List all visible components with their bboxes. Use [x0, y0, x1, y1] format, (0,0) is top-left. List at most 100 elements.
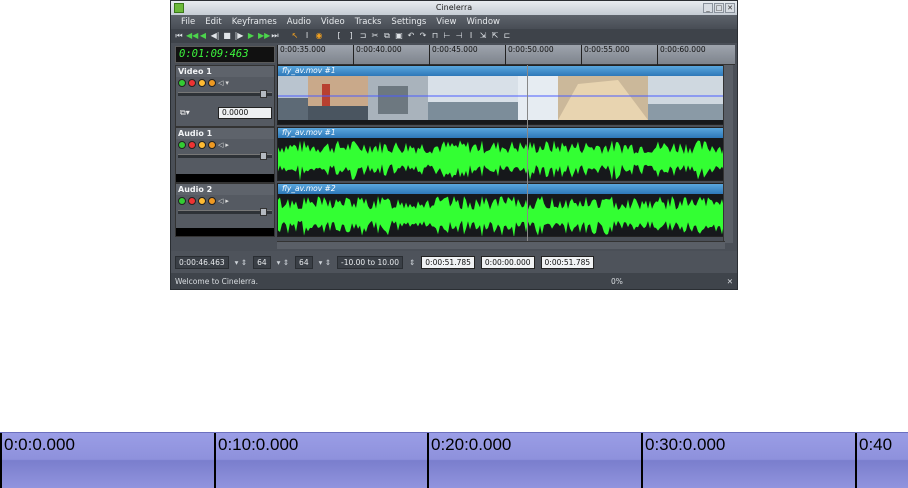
menu-keyframes[interactable]: Keyframes — [227, 15, 282, 29]
draw-toggle[interactable] — [208, 79, 216, 87]
clip-label: fly_av.mov #1 — [278, 128, 724, 138]
big-ruler-tick: 0:10:0.000 — [214, 433, 298, 488]
frame-back-icon[interactable]: ◀| — [210, 30, 220, 42]
ruler-tick: 0:00:50.000 — [505, 45, 554, 65]
track-name: Audio 2 — [176, 184, 274, 195]
reverse-play-icon[interactable]: ◀ — [198, 30, 208, 42]
fade-slider[interactable] — [178, 208, 272, 216]
position-menu-icon[interactable]: ▾ ⇕ — [235, 258, 247, 267]
fast-forward-icon[interactable]: ▶▶ — [258, 30, 270, 42]
mute-icon[interactable]: ◁ — [218, 141, 223, 149]
cut-icon[interactable]: ✂ — [370, 30, 380, 42]
ibeam-tool-icon[interactable]: I — [302, 30, 312, 42]
expand-track-icon[interactable]: ▸ — [225, 141, 229, 149]
position-field[interactable]: 0:00:46.463 — [175, 255, 229, 269]
undo-icon[interactable]: ↶ — [406, 30, 416, 42]
draw-toggle[interactable] — [208, 197, 216, 205]
play-icon[interactable]: ▶ — [246, 30, 256, 42]
splice-icon[interactable]: ⊐ — [358, 30, 368, 42]
slider-knob[interactable] — [260, 90, 267, 98]
audio-1-track-content[interactable]: fly_av.mov #1 — [277, 127, 725, 181]
play-track-toggle[interactable] — [178, 197, 186, 205]
paste-icon[interactable]: ▣ — [394, 30, 404, 42]
out-point-icon[interactable]: ] — [346, 30, 356, 42]
expand-icon[interactable]: ⊏ — [502, 30, 512, 42]
sample-zoom-field[interactable]: 64 — [253, 255, 271, 269]
gang-toggle[interactable] — [198, 141, 206, 149]
menu-video[interactable]: Video — [316, 15, 350, 29]
menu-audio[interactable]: Audio — [282, 15, 316, 29]
menu-tracks[interactable]: Tracks — [350, 15, 387, 29]
arm-track-toggle[interactable] — [188, 79, 196, 87]
minimize-button[interactable]: _ — [703, 3, 713, 13]
prev-label-icon[interactable]: ⊢ — [442, 30, 452, 42]
range-spinner-icon[interactable]: ⇕ — [409, 258, 415, 267]
stop-icon[interactable]: ■ — [222, 30, 232, 42]
menu-view[interactable]: View — [431, 15, 461, 29]
arm-track-toggle[interactable] — [188, 141, 196, 149]
selection-start-field[interactable]: 0:00:51.785 — [421, 255, 475, 269]
fade-slider[interactable] — [178, 152, 272, 160]
gang-toggle[interactable] — [198, 197, 206, 205]
slider-knob[interactable] — [260, 208, 267, 216]
cancel-icon[interactable]: ✕ — [727, 273, 733, 289]
selection-length-field[interactable]: 0:00:00.000 — [480, 255, 535, 269]
maximize-button[interactable]: □ — [714, 3, 724, 13]
arm-track-toggle[interactable] — [188, 197, 196, 205]
selection-end-field[interactable]: 0:00:51.785 — [540, 255, 595, 269]
fit-icon[interactable]: ⇲ — [478, 30, 488, 42]
range-field[interactable]: -10.00 to 10.00 — [337, 255, 403, 269]
status-message: Welcome to Cinelerra. — [175, 277, 259, 286]
rewind-start-icon[interactable]: ⏮ — [174, 30, 184, 42]
label-icon[interactable]: ⊓ — [430, 30, 440, 42]
mute-icon[interactable]: ◁ — [218, 197, 223, 205]
expand-track-icon[interactable]: ▸ — [225, 197, 229, 205]
sample-zoom-menu-icon[interactable]: ▾ ⇕ — [277, 258, 289, 267]
slider-knob[interactable] — [260, 152, 267, 160]
play-track-toggle[interactable] — [178, 141, 186, 149]
menu-settings[interactable]: Settings — [386, 15, 431, 29]
toggle-label-icon[interactable]: I — [466, 30, 476, 42]
video-track-content[interactable]: fly_av.mov #1 — [277, 65, 725, 125]
large-timeline-ruler[interactable]: 0:0:0.000 0:10:0.000 0:20:0.000 0:30:0.0… — [0, 432, 908, 488]
vertical-scrollbar[interactable] — [723, 65, 733, 243]
record-tool-icon[interactable]: ◉ — [314, 30, 324, 42]
mode-menu-icon[interactable]: ⧉▾ — [180, 108, 190, 118]
play-track-toggle[interactable] — [178, 79, 186, 87]
next-label-icon[interactable]: ⊣ — [454, 30, 464, 42]
track-header-audio-1: Audio 1 ◁ ▸ — [175, 127, 275, 183]
jump-end-icon[interactable]: ⏭ — [270, 30, 280, 42]
big-ruler-tick: 0:40 — [855, 433, 892, 488]
playhead-cursor[interactable] — [527, 65, 528, 243]
amp-zoom-field[interactable]: 64 — [295, 255, 313, 269]
horizontal-scrollbar[interactable] — [277, 241, 725, 249]
time-clock: 0:01:09:463 — [175, 46, 275, 63]
redo-icon[interactable]: ↷ — [418, 30, 428, 42]
ruler-tick: 0:00:55.000 — [581, 45, 630, 65]
audio-meter — [176, 228, 274, 236]
audio-2-track-content[interactable]: fly_av.mov #2 — [277, 183, 725, 237]
menu-window[interactable]: Window — [461, 15, 505, 29]
amp-zoom-menu-icon[interactable]: ▾ ⇕ — [319, 258, 331, 267]
draw-toggle[interactable] — [208, 141, 216, 149]
ruler-tick: 0:00:60.000 — [657, 45, 706, 65]
frame-forward-icon[interactable]: |▶ — [234, 30, 244, 42]
gang-toggle[interactable] — [198, 79, 206, 87]
menu-file[interactable]: File — [176, 15, 200, 29]
timeline-ruler[interactable]: 0:00:35.000 0:00:40.000 0:00:45.000 0:00… — [277, 45, 735, 65]
close-button[interactable]: ✕ — [725, 3, 735, 13]
arrow-tool-icon[interactable]: ↖ — [290, 30, 300, 42]
fast-reverse-icon[interactable]: ◀◀ — [186, 30, 198, 42]
fade-slider[interactable] — [178, 90, 272, 98]
track-area: Video 1 ◁ ▾ ⧉▾ 0.0000 Audio 1 ◁ ▸ Audio … — [175, 65, 735, 243]
copy-icon[interactable]: ⧉ — [382, 30, 392, 42]
menu-edit[interactable]: Edit — [200, 15, 226, 29]
audio-meter — [176, 174, 274, 182]
in-point-icon[interactable]: [ — [334, 30, 344, 42]
progress-text: 0% — [611, 277, 623, 286]
big-ruler-tick: 0:0:0.000 — [0, 433, 75, 488]
mute-icon[interactable]: ◁ — [218, 79, 223, 87]
zoom-icon[interactable]: ⇱ — [490, 30, 500, 42]
expand-track-icon[interactable]: ▾ — [225, 79, 229, 87]
fade-value-input[interactable]: 0.0000 — [218, 107, 272, 119]
